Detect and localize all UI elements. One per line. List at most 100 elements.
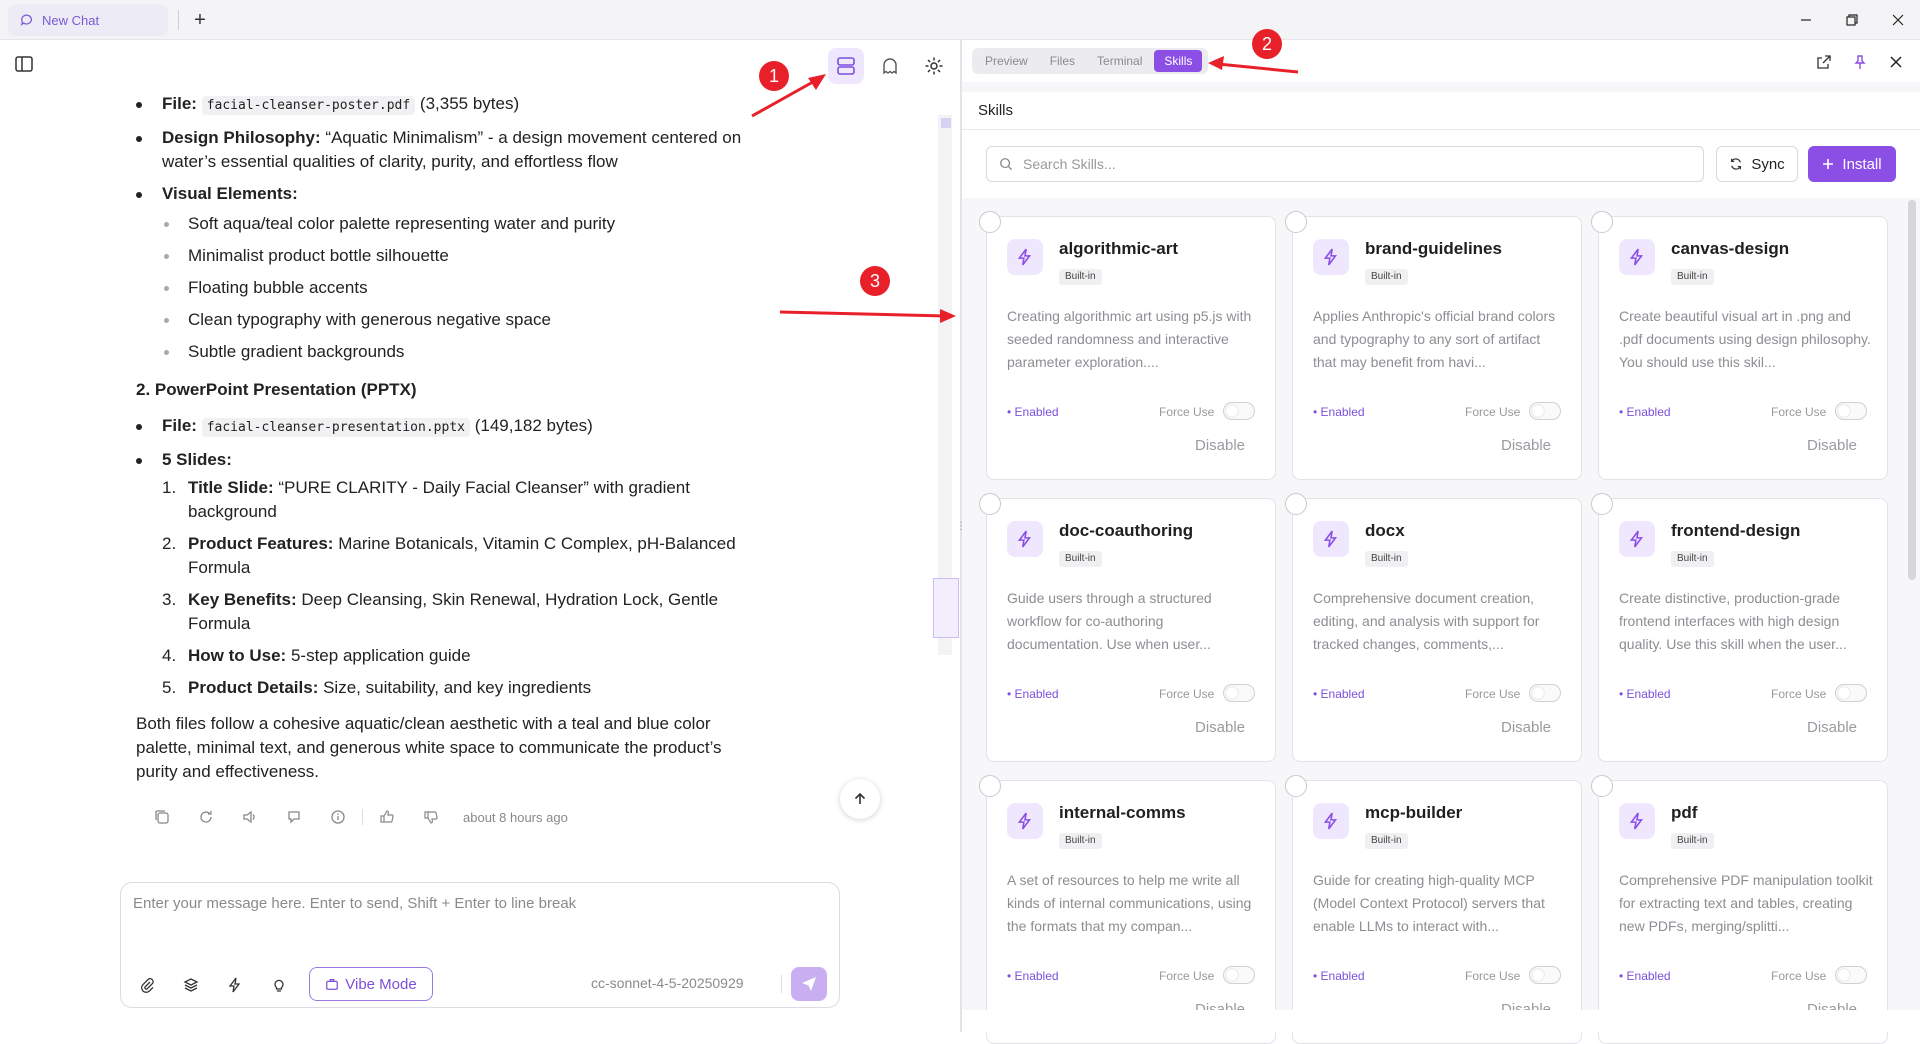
skill-card[interactable]: internal-comms Built-in A set of resourc… [979, 775, 1276, 1044]
force-use-label: Force Use [1465, 405, 1521, 419]
skill-card[interactable]: algorithmic-art Built-in Creating algori… [979, 211, 1276, 480]
read-aloud-button[interactable] [228, 804, 272, 830]
slide-number: 3. [162, 590, 177, 609]
force-use-toggle[interactable] [1223, 684, 1255, 702]
skill-select-checkbox[interactable] [1591, 211, 1613, 233]
skill-select-checkbox[interactable] [1591, 493, 1613, 515]
slide-number: 2. [162, 534, 177, 553]
disable-button[interactable]: Disable [1501, 437, 1551, 454]
divider [781, 975, 782, 993]
skill-name: frontend-design [1671, 521, 1801, 540]
scrollbar-thumb[interactable] [933, 578, 959, 638]
install-button[interactable]: Install [1808, 146, 1896, 182]
lightning-icon [228, 977, 241, 993]
skill-card[interactable]: pdf Built-in Comprehensive PDF manipulat… [1591, 775, 1888, 1044]
skill-description: Create distinctive, production-grade fro… [1619, 590, 1847, 652]
skill-card[interactable]: mcp-builder Built-in Guide for creating … [1285, 775, 1582, 1044]
pin-panel-button[interactable] [1848, 50, 1872, 74]
slide-item: 1. Title Slide: “PURE CLARITY - Daily Fac… [162, 476, 756, 524]
tab-skills[interactable]: Skills [1154, 50, 1203, 72]
split-view-button[interactable] [828, 48, 864, 84]
force-use-toggle[interactable] [1223, 402, 1255, 420]
skill-description: Comprehensive PDF manipulation toolkit f… [1619, 872, 1873, 934]
minimize-icon [1801, 19, 1811, 21]
skill-card[interactable]: docx Built-in Comprehensive document cre… [1285, 493, 1582, 762]
new-tab-button[interactable]: + [186, 6, 214, 34]
skill-select-checkbox[interactable] [1285, 493, 1307, 515]
skill-select-checkbox[interactable] [1591, 775, 1613, 797]
list-item: Visual Elements: Soft aqua/teal color pa… [136, 182, 756, 364]
restore-button[interactable] [1834, 6, 1870, 34]
disable-button[interactable]: Disable [1807, 719, 1857, 736]
message-input[interactable] [133, 895, 823, 912]
skill-search-input[interactable] [1023, 156, 1683, 172]
tab-new-chat[interactable]: New Chat [8, 4, 168, 36]
send-button[interactable] [791, 967, 827, 1001]
model-selector[interactable]: cc-sonnet-4-5-20250929 [591, 975, 744, 991]
tab-preview[interactable]: Preview [975, 50, 1038, 72]
minimize-button[interactable] [1788, 6, 1824, 34]
skills-scrollbar[interactable] [1908, 200, 1916, 580]
force-use-toggle[interactable] [1835, 402, 1867, 420]
disable-button[interactable]: Disable [1195, 437, 1245, 454]
skill-card[interactable]: canvas-design Built-in Create beautiful … [1591, 211, 1888, 480]
thumbs-up-button[interactable] [365, 804, 409, 830]
annotation-arrow-2 [1217, 62, 1299, 74]
regenerate-button[interactable] [184, 804, 228, 830]
close-window-button[interactable] [1880, 6, 1916, 34]
slide-text: 5-step application guide [290, 646, 471, 665]
disable-button[interactable]: Disable [1807, 437, 1857, 454]
skill-status: • Enabled [1619, 405, 1671, 419]
skill-tag: Built-in [1365, 833, 1408, 849]
force-use-toggle[interactable] [1529, 684, 1561, 702]
skill-select-checkbox[interactable] [979, 493, 1001, 515]
skill-status: • Enabled [1007, 687, 1059, 701]
list-item: Design Philosophy: “Aquatic Minimalism” … [136, 126, 756, 174]
settings-button[interactable] [916, 48, 952, 84]
share-icon [288, 811, 300, 824]
chat-scrollbar[interactable] [938, 115, 952, 655]
force-use-toggle[interactable] [1529, 402, 1561, 420]
skill-name: algorithmic-art [1059, 239, 1179, 258]
disable-button[interactable]: Disable [1501, 719, 1551, 736]
sidebar-toggle-button[interactable] [14, 54, 38, 78]
tab-terminal[interactable]: Terminal [1087, 50, 1152, 72]
skill-card[interactable]: doc-coauthoring Built-in Guide users thr… [979, 493, 1276, 762]
assistant-message: File: facial-cleanser-poster.pdf (3,355 … [136, 92, 756, 784]
sync-button[interactable]: Sync [1716, 146, 1798, 182]
skills-button[interactable] [221, 971, 249, 999]
knowledge-button[interactable] [177, 971, 205, 999]
slide-number: 4. [162, 646, 177, 665]
vibe-mode-button[interactable]: Vibe Mode [309, 967, 433, 1001]
skill-name: docx [1365, 521, 1405, 540]
skill-card[interactable]: frontend-design Built-in Create distinct… [1591, 493, 1888, 762]
skill-select-checkbox[interactable] [1285, 775, 1307, 797]
tab-files[interactable]: Files [1040, 50, 1085, 72]
annotation-arrowhead-2 [1208, 56, 1224, 70]
disable-button[interactable]: Disable [1195, 719, 1245, 736]
copy-button[interactable] [140, 804, 184, 830]
force-use-toggle[interactable] [1223, 966, 1255, 984]
skill-select-checkbox[interactable] [979, 775, 1001, 797]
idea-button[interactable] [265, 971, 293, 999]
info-button[interactable] [316, 804, 360, 830]
force-use-toggle[interactable] [1835, 966, 1867, 984]
close-panel-button[interactable] [1884, 50, 1908, 74]
sidebar-icon [15, 56, 33, 72]
force-use-toggle[interactable] [1529, 966, 1561, 984]
thumbs-down-button[interactable] [409, 804, 453, 830]
lightning-icon [1017, 812, 1032, 830]
share-button[interactable] [272, 804, 316, 830]
force-use-toggle[interactable] [1835, 684, 1867, 702]
skill-icon-box [1313, 803, 1349, 839]
ghost-mode-button[interactable] [872, 48, 908, 84]
skill-icon-box [1313, 239, 1349, 275]
lightning-icon [1017, 530, 1032, 548]
open-external-button[interactable] [1812, 50, 1836, 74]
scroll-to-top-button[interactable] [840, 779, 880, 819]
skill-card[interactable]: brand-guidelines Built-in Applies Anthro… [1285, 211, 1582, 480]
skill-select-checkbox[interactable] [979, 211, 1001, 233]
skill-select-checkbox[interactable] [1285, 211, 1307, 233]
attach-button[interactable] [133, 971, 161, 999]
lightning-icon [1629, 530, 1644, 548]
